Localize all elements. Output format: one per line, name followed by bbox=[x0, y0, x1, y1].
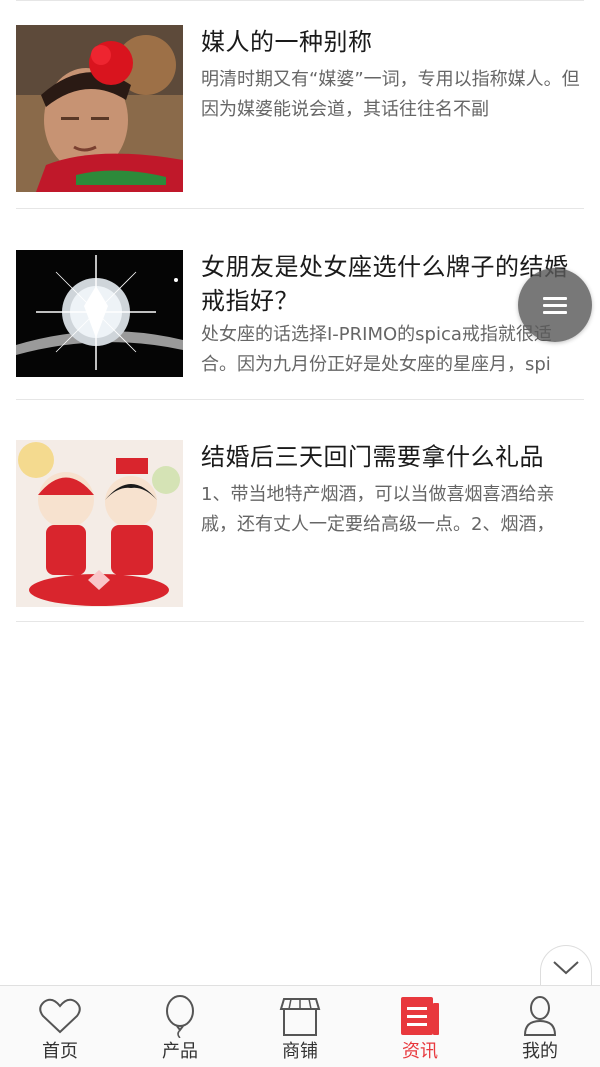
tab-label: 商铺 bbox=[282, 1041, 318, 1062]
floating-menu-button[interactable] bbox=[518, 268, 592, 342]
user-icon bbox=[518, 994, 562, 1038]
article-thumbnail-wedding-figurine bbox=[16, 440, 183, 607]
top-divider bbox=[16, 0, 584, 1]
store-icon bbox=[278, 994, 322, 1038]
tab-label: 首页 bbox=[42, 1041, 78, 1062]
article-title[interactable]: 媒人的一种别称 bbox=[201, 25, 584, 59]
row-divider bbox=[16, 621, 584, 622]
article-item[interactable]: 结婚后三天回门需要拿什么礼品 1、带当地特产烟酒，可以当做喜烟喜酒给亲戚，还有丈… bbox=[16, 440, 584, 607]
tab-label: 产品 bbox=[162, 1041, 198, 1062]
article-title[interactable]: 结婚后三天回门需要拿什么礼品 bbox=[201, 440, 584, 474]
balloon-icon bbox=[158, 994, 202, 1038]
article-summary: 明清时期又有“媒婆”一词，专用以指称媒人。但因为媒婆能说会道，其话往往名不副 bbox=[201, 69, 580, 120]
tab-products[interactable]: 产品 bbox=[120, 986, 240, 1067]
article-summary: 1、带当地特产烟酒，可以当做喜烟喜酒给亲戚，还有丈人一定要给高级一点。2、烟酒， bbox=[201, 484, 555, 535]
article-item[interactable]: 媒人的一种别称 明清时期又有“媒婆”一词，专用以指称媒人。但因为媒婆能说会道，其… bbox=[16, 25, 584, 192]
tab-mine[interactable]: 我的 bbox=[480, 986, 600, 1067]
row-divider bbox=[16, 208, 584, 209]
scroll-down-button[interactable] bbox=[540, 945, 592, 989]
bottom-tab-bar: 首页 产品 商铺 资讯 我的 bbox=[0, 985, 600, 1067]
article-thumbnail-diamond-ring bbox=[16, 250, 183, 377]
hamburger-menu-icon bbox=[543, 293, 567, 318]
article-item[interactable]: 女朋友是处女座选什么牌子的结婚戒指好？ 处女座的话选择I-PRIMO的spica… bbox=[16, 250, 584, 380]
tab-label: 我的 bbox=[522, 1041, 558, 1062]
tab-label: 资讯 bbox=[402, 1041, 438, 1062]
heart-icon bbox=[38, 994, 82, 1038]
tab-store[interactable]: 商铺 bbox=[240, 986, 360, 1067]
tab-home[interactable]: 首页 bbox=[0, 986, 120, 1067]
tab-news[interactable]: 资讯 bbox=[360, 986, 480, 1067]
news-icon bbox=[398, 994, 442, 1038]
row-divider bbox=[16, 399, 584, 400]
chevron-down-icon bbox=[553, 960, 579, 974]
article-thumbnail-matchmaker bbox=[16, 25, 183, 192]
